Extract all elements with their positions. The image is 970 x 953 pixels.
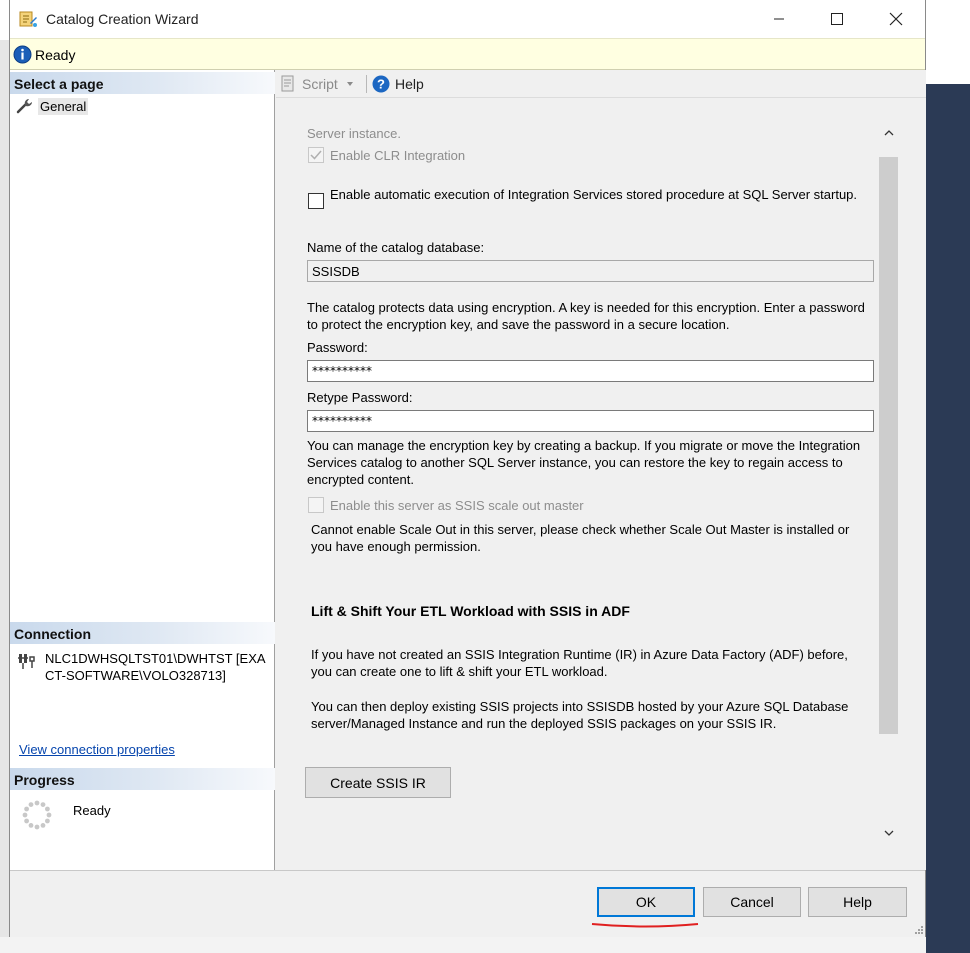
resize-grip-icon[interactable] (914, 925, 924, 935)
cut-off-description: Server instance. (307, 126, 401, 141)
scale-out-master-label: Enable this server as SSIS scale out mas… (330, 498, 584, 513)
clr-integration-checkbox[interactable] (308, 147, 324, 163)
cancel-button[interactable]: Cancel (703, 887, 801, 917)
key-backup-description: You can manage the encryption key by cre… (307, 438, 861, 487)
view-connection-properties-link[interactable]: View connection properties (19, 742, 175, 757)
scale-out-master-checkbox[interactable] (308, 497, 324, 513)
window-title: Catalog Creation Wizard (46, 11, 199, 27)
catalog-creation-wizard-window: Catalog Creation Wizard Ready Select a p… (9, 0, 926, 937)
vertical-scrollbar[interactable] (879, 120, 900, 870)
catalog-db-name-label: Name of the catalog database: (307, 240, 485, 255)
scroll-down-arrow-icon[interactable] (883, 827, 895, 839)
progress-header: Progress (10, 768, 275, 790)
close-button[interactable] (867, 0, 925, 38)
right-content-pane: Script ? Help Server instance. Enable CL… (276, 70, 926, 870)
dialog-footer: OK Cancel Help (10, 870, 925, 937)
minimize-icon (774, 18, 784, 20)
maximize-button[interactable] (808, 0, 866, 38)
status-text: Ready (35, 47, 76, 63)
ok-button[interactable]: OK (597, 887, 695, 917)
wrench-icon (16, 99, 32, 114)
help-toolbar-button[interactable]: ? Help (372, 75, 424, 93)
progress-status-text: Ready (73, 803, 111, 818)
desktop-background-bottom (0, 937, 926, 953)
password-field[interactable]: ********** (307, 360, 874, 382)
svg-text:?: ? (377, 77, 385, 92)
adf-description-1: If you have not created an SSIS Integrat… (311, 647, 848, 679)
info-icon (13, 45, 32, 64)
password-label: Password: (307, 340, 368, 355)
desktop-background-left (0, 40, 9, 953)
script-label: Script (302, 76, 338, 92)
desktop-background (926, 84, 970, 953)
catalog-db-name-field[interactable]: SSISDB (307, 260, 874, 282)
help-label: Help (395, 76, 424, 92)
script-button[interactable]: Script (280, 75, 355, 93)
left-navigation-pane: Select a page General Connection NLC1DWH… (10, 70, 275, 870)
connection-header: Connection (10, 622, 275, 644)
minimize-button[interactable] (750, 0, 808, 38)
page-item-general[interactable]: General (16, 96, 89, 116)
scrollbar-thumb[interactable] (879, 157, 898, 734)
wizard-app-icon (19, 11, 37, 27)
checkmark-icon (310, 150, 322, 160)
general-page-content: Server instance. Enable CLR Integration … (276, 98, 926, 870)
clr-integration-label: Enable CLR Integration (330, 148, 466, 163)
adf-heading: Lift & Shift Your ETL Workload with SSIS… (311, 603, 630, 619)
retype-password-label: Retype Password: (307, 390, 413, 405)
title-bar[interactable]: Catalog Creation Wizard (10, 0, 925, 38)
status-infobar: Ready (10, 38, 925, 70)
help-icon: ? (372, 75, 390, 93)
maximize-icon (831, 13, 843, 25)
retype-password-field[interactable]: ********** (307, 410, 874, 432)
progress-spinner-icon (22, 800, 52, 830)
page-item-label: General (38, 97, 89, 115)
server-connection-icon (18, 654, 35, 669)
help-button[interactable]: Help (808, 887, 907, 917)
encryption-description: The catalog protects data using encrypti… (307, 300, 865, 332)
toolbar: Script ? Help (276, 70, 926, 98)
adf-description-2: You can then deploy existing SSIS projec… (311, 699, 849, 731)
scale-out-note: Cannot enable Scale Out in this server, … (311, 522, 850, 554)
auto-execution-label: Enable automatic execution of Integratio… (330, 187, 858, 202)
select-page-header: Select a page (10, 72, 275, 94)
connection-info: NLC1DWHSQLTST01\DWHTST [EXACT-SOFTWARE\V… (18, 650, 268, 684)
scroll-up-arrow-icon[interactable] (883, 127, 895, 139)
dropdown-arrow-icon[interactable] (346, 81, 355, 87)
close-icon (889, 12, 903, 26)
red-annotation-underline (591, 923, 699, 928)
toolbar-separator (366, 75, 367, 93)
create-ssis-ir-button[interactable]: Create SSIS IR (305, 767, 451, 798)
auto-execution-checkbox[interactable] (308, 193, 324, 209)
connection-text: NLC1DWHSQLTST01\DWHTST [EXACT-SOFTWARE\V… (45, 651, 266, 683)
script-icon (281, 75, 294, 92)
